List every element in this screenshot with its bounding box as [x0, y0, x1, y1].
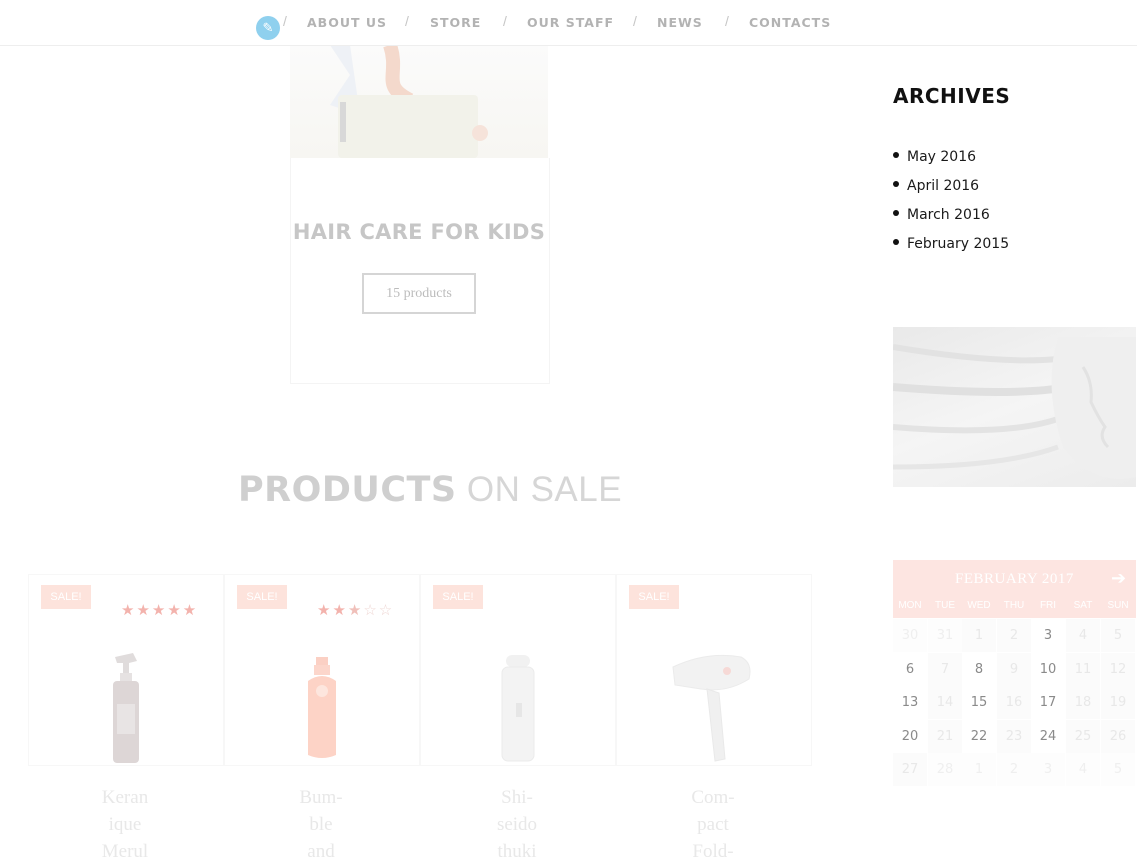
calendar-day[interactable]: 4 — [1066, 619, 1100, 652]
archive-link[interactable]: May 2016 — [893, 146, 1009, 175]
calendar-day[interactable]: 15 — [962, 686, 996, 719]
calendar-day-header: SUN — [1107, 600, 1129, 611]
calendar-day[interactable]: 31 — [928, 619, 962, 652]
calendar-day[interactable]: 2 — [997, 619, 1031, 652]
calendar-day[interactable]: 2 — [997, 753, 1031, 786]
product-image[interactable] — [304, 655, 340, 761]
nav-separator: / — [633, 13, 637, 29]
section-title: PRODUCTS ON SALE — [238, 470, 622, 510]
nav-separator: / — [503, 13, 507, 29]
archives-title: ARCHIVES — [893, 84, 1011, 108]
calendar-day[interactable]: 25 — [1066, 719, 1100, 753]
nav-separator: / — [725, 13, 729, 29]
calendar-day[interactable]: 1 — [962, 753, 996, 786]
calendar-day[interactable]: 3 — [1031, 753, 1065, 786]
product-name[interactable]: Shi-seido thuki — [457, 784, 577, 865]
nav-item-news[interactable]: NEWS — [657, 15, 703, 30]
product-card[interactable]: SALE! ★★★★★ — [28, 574, 224, 766]
product-name[interactable]: Keran ique Merul — [65, 784, 185, 865]
calendar-day-header: FRI — [1039, 600, 1057, 611]
products-count-button[interactable]: 15 products — [362, 273, 476, 314]
calendar-day[interactable]: 14 — [928, 686, 962, 719]
nav-item-our-staff[interactable]: OUR STAFF — [527, 15, 614, 30]
product-image[interactable] — [667, 649, 757, 765]
section-title-bold: PRODUCTS — [238, 470, 457, 510]
product-name[interactable]: Com-pact Fold- — [653, 784, 773, 865]
calendar-day[interactable]: 5 — [1101, 753, 1135, 786]
product-image[interactable] — [107, 649, 145, 765]
calendar-day[interactable]: 3 — [1031, 619, 1065, 652]
calendar-day[interactable]: 7 — [928, 652, 962, 686]
calendar-day[interactable]: 17 — [1031, 686, 1065, 719]
category-card — [290, 158, 550, 384]
calendar-day[interactable]: 23 — [997, 719, 1031, 753]
nav-item-contacts[interactable]: CONTACTS — [749, 15, 831, 30]
nav-separator: / — [405, 13, 409, 29]
calendar-day-header: TUE — [935, 600, 955, 611]
product-card[interactable]: SALE! — [420, 574, 616, 766]
nav-item-about-us[interactable]: ABOUT US — [307, 15, 387, 30]
calendar-day[interactable]: 30 — [893, 619, 927, 652]
calendar-day[interactable]: 9 — [997, 652, 1031, 686]
calendar-day-header: THU — [1003, 600, 1025, 611]
product-name[interactable]: Bum-ble and — [261, 784, 381, 865]
calendar-day[interactable]: 4 — [1066, 753, 1100, 786]
calendar-day[interactable]: 16 — [997, 686, 1031, 719]
rating-stars: ★★★☆☆ — [317, 602, 395, 619]
calendar-day-header: WED — [967, 600, 991, 611]
calendar-day[interactable]: 22 — [962, 719, 996, 753]
calendar-day[interactable]: 6 — [893, 652, 927, 686]
product-image[interactable] — [498, 653, 538, 765]
sale-badge: SALE! — [237, 585, 287, 609]
calendar-day[interactable]: 26 — [1101, 719, 1135, 753]
arrow-right-icon[interactable]: ➔ — [1111, 568, 1126, 589]
archive-link[interactable]: March 2016 — [893, 204, 1009, 233]
category-title[interactable]: HAIR CARE FOR KIDS — [290, 220, 548, 244]
product-card[interactable]: SALE! — [616, 574, 812, 766]
product-card[interactable]: SALE! ★★★☆☆ — [224, 574, 420, 766]
calendar-day[interactable]: 21 — [928, 719, 962, 753]
rating-stars: ★★★★★ — [121, 602, 199, 619]
archive-link[interactable]: April 2016 — [893, 175, 1009, 204]
category-image[interactable] — [290, 45, 548, 158]
calendar-day[interactable]: 13 — [893, 686, 927, 719]
calendar-day[interactable]: 10 — [1031, 652, 1065, 686]
calendar-day[interactable]: 18 — [1066, 686, 1100, 719]
calendar-day-header: MON — [898, 600, 922, 611]
calendar-day[interactable]: 11 — [1066, 652, 1100, 686]
calendar-day[interactable]: 28 — [928, 753, 962, 786]
calendar-day-header: SAT — [1073, 600, 1093, 611]
sale-badge: SALE! — [433, 585, 483, 609]
calendar-month: FEBRUARY 2017 — [955, 571, 1074, 587]
calendar-day[interactable]: 12 — [1101, 652, 1135, 686]
edit-pencil-icon[interactable]: ✎ — [256, 16, 280, 40]
hair-banner-image[interactable] — [893, 327, 1136, 487]
archives-list: May 2016 April 2016 March 2016 February … — [893, 146, 1009, 262]
calendar-day[interactable]: 8 — [962, 652, 996, 686]
sale-badge: SALE! — [41, 585, 91, 609]
archive-link[interactable]: February 2015 — [893, 233, 1009, 262]
calendar-day[interactable]: 19 — [1101, 686, 1135, 719]
calendar-day[interactable]: 24 — [1031, 719, 1065, 753]
calendar-day[interactable]: 5 — [1101, 619, 1135, 652]
section-title-light: ON SALE — [466, 470, 623, 509]
nav-item-store[interactable]: STORE — [430, 15, 481, 30]
calendar-day[interactable]: 20 — [893, 719, 927, 753]
nav-separator: / — [283, 13, 287, 29]
calendar-widget: FEBRUARY 2017 ➔ MON TUE WED THU FRI SAT … — [893, 560, 1136, 787]
top-navigation: ✎ / ABOUT US / STORE / OUR STAFF / NEWS … — [0, 0, 1137, 46]
calendar-day[interactable]: 1 — [962, 619, 996, 652]
sale-badge: SALE! — [629, 585, 679, 609]
calendar-day[interactable]: 27 — [893, 753, 927, 786]
